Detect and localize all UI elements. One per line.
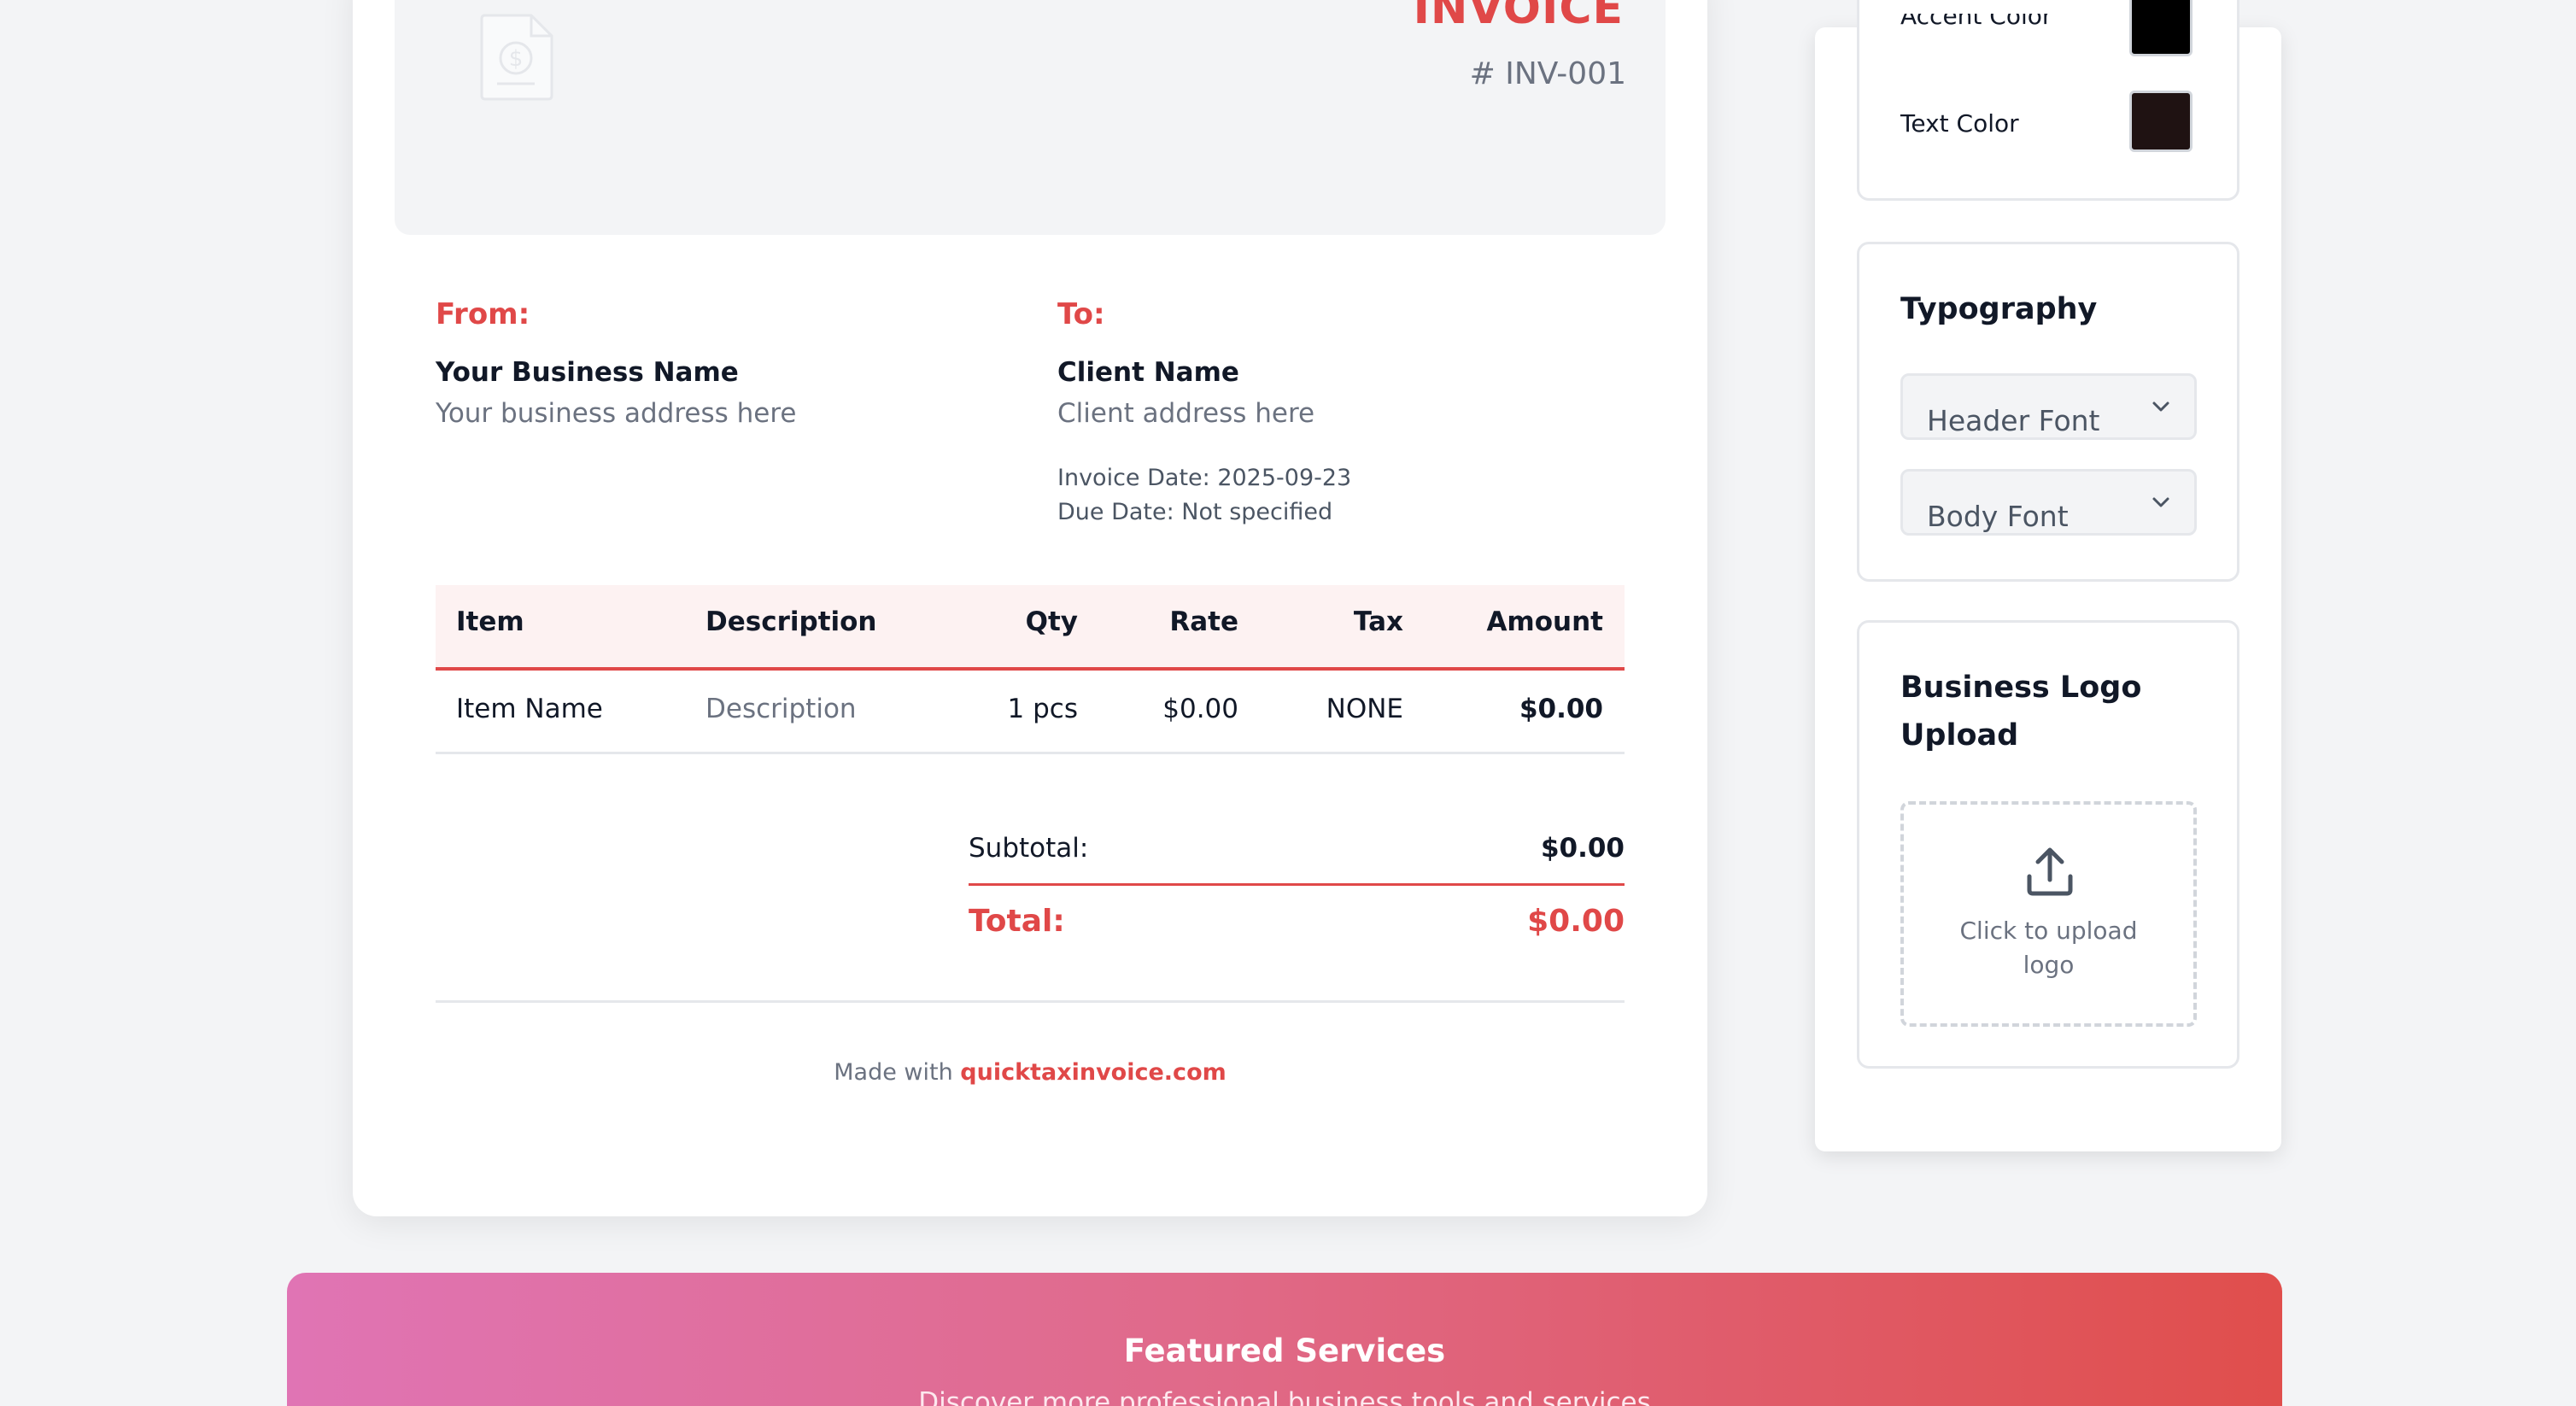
item-amount-cell: $0.00 [1519,694,1603,724]
svg-text:$: $ [509,46,524,72]
from-business-address[interactable]: Your business address here [436,398,797,429]
upload-icon [2024,846,2075,899]
header-font-placeholder: Header Font [1927,404,2100,437]
footer-link[interactable]: quicktaxinvoice.com [960,1059,1226,1086]
invoice-header [395,0,1666,235]
item-qty-cell[interactable]: 1 pcs [1008,694,1078,724]
logo-upload-title-line1: Business Logo [1900,671,2142,705]
logo-upload-title-line2: Upload [1900,718,2019,753]
to-label: To: [1057,297,1105,331]
text-color-label: Text Color [1900,109,2019,138]
total-divider [969,883,1625,886]
column-header-description: Description [705,606,877,637]
item-name-cell[interactable]: Item Name [456,694,603,724]
item-rate-cell[interactable]: $0.00 [1162,694,1238,724]
chevron-down-icon [2149,398,2173,415]
accent-color-label: Accent Color [1900,14,2052,41]
accent-color-label-text: Accent Color [1900,14,2052,30]
column-header-qty: Qty [1025,606,1078,637]
due-date: Due Date: Not specified [1057,499,1333,525]
text-color-swatch[interactable] [2129,91,2193,152]
item-tax-cell[interactable]: NONE [1326,694,1403,724]
made-with-footer: Made with quicktaxinvoice.com [353,1059,1707,1086]
row-divider [436,752,1625,754]
client-name[interactable]: Client Name [1057,357,1239,388]
total-label: Total: [969,904,1065,939]
column-header-amount: Amount [1486,606,1603,637]
footer-divider [436,1000,1625,1003]
subtotal-value: $0.00 [1540,833,1625,864]
featured-services-subtitle: Discover more professional business tool… [918,1387,1651,1406]
chevron-down-icon [2149,494,2173,511]
item-description-cell[interactable]: Description [705,694,857,724]
upload-text-line1: Click to upload [1959,917,2138,945]
total-value: $0.00 [1527,904,1625,939]
column-header-rate: Rate [1169,606,1238,637]
accent-color-swatch[interactable] [2129,0,2193,56]
subtotal-label: Subtotal: [969,833,1089,864]
body-font-placeholder: Body Font [1927,500,2069,533]
from-business-name[interactable]: Your Business Name [436,357,739,388]
from-label: From: [436,297,530,331]
upload-text-line2: logo [2023,951,2075,979]
column-header-tax: Tax [1353,606,1403,637]
column-header-item: Item [456,606,524,637]
invoice-date: Invoice Date: 2025-09-23 [1057,465,1352,491]
invoice-title: INVOICE [1413,0,1624,34]
footer-prefix: Made with [834,1059,953,1086]
document-dollar-icon: $ [478,12,555,101]
client-address[interactable]: Client address here [1057,398,1314,429]
invoice-number: # INV-001 [1469,56,1626,91]
typography-title: Typography [1900,292,2098,326]
featured-services-title: Featured Services [1123,1333,1446,1369]
